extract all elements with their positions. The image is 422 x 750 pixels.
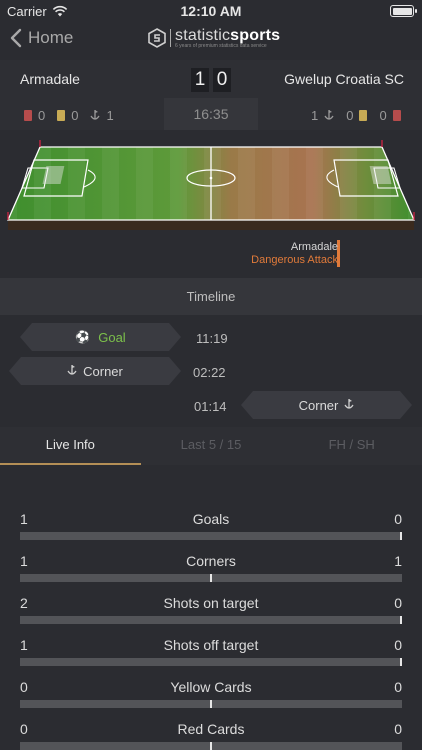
stat-away-value: 0: [394, 637, 402, 653]
chevron-left-icon: [10, 28, 22, 48]
timeline-event-corner[interactable]: Corner: [9, 357, 181, 385]
stats-list: 1 Goals 0 1 Corners 1 2 Shots on target 0 1 Shots …: [0, 465, 422, 750]
away-red-count: 0: [379, 108, 387, 123]
stat-away-value: 0: [394, 595, 402, 611]
match-clock: 16:35: [164, 98, 258, 130]
corner-flag-icon: [344, 399, 354, 411]
stat-bar-marker: [400, 532, 402, 540]
stat-name: Corners: [186, 553, 236, 569]
timeline-time: 11:19: [196, 331, 228, 346]
brand-name-bold: sports: [230, 27, 281, 44]
stat-away-value: 1: [394, 553, 402, 569]
red-card-icon: [392, 110, 401, 121]
event-team: Armadale: [290, 241, 338, 253]
stat-bar-marker: [400, 658, 402, 666]
timeline-event-label: Corner: [298, 397, 339, 413]
stat-bar-marker: [210, 742, 212, 750]
brand-logo: statisticsports 6 years of premium stati…: [148, 27, 280, 49]
match-counters: 0 0 1 16:35 1 0 0: [0, 98, 422, 130]
home-team-name: Armadale: [20, 71, 80, 87]
timeline-event-label: Corner: [83, 363, 123, 379]
stat-away-value: 0: [394, 511, 402, 527]
away-counters: 1 0 0: [311, 108, 401, 123]
away-corner-count: 1: [311, 108, 319, 123]
away-score: 0: [213, 68, 231, 92]
stat-bar-marker: [210, 574, 212, 582]
timeline: ⚽ Goal 11:19 Corner 02:22 01:14 Corner: [0, 315, 422, 427]
stat-bar: [20, 532, 402, 540]
live-event: Armadale Dangerous Attack: [251, 241, 338, 267]
stat-bar: [20, 658, 402, 666]
corner-flag-icon: [67, 365, 77, 377]
home-red-count: 0: [38, 108, 46, 123]
stat-bar-marker: [400, 616, 402, 624]
scoreboard: Armadale 1 0 Gwelup Croatia SC: [0, 60, 422, 98]
stat-name: Red Cards: [177, 721, 245, 737]
status-bar: Carrier 12:10 AM: [0, 0, 422, 22]
stat-name: Goals: [192, 511, 230, 527]
away-team-name: Gwelup Croatia SC: [284, 71, 404, 87]
brand-name-light: statistic: [175, 27, 231, 44]
stat-bar: [20, 616, 402, 624]
stat-name: Yellow Cards: [170, 679, 252, 695]
event-description: Dangerous Attack: [251, 254, 338, 266]
back-button[interactable]: Home: [10, 28, 73, 48]
pitch-graphic: [7, 140, 415, 230]
timeline-event-label: Goal: [98, 329, 126, 345]
home-score: 1: [191, 68, 209, 92]
stat-away-value: 0: [394, 679, 402, 695]
red-card-icon: [24, 110, 32, 121]
corner-flag-icon: [90, 109, 101, 120]
home-corner-count: 1: [106, 108, 114, 123]
navigation-bar: Home statisticsports 6 years of premium …: [0, 22, 422, 58]
brand-tagline: 6 years of premium statistics data servi…: [175, 43, 267, 49]
timeline-header: Timeline: [0, 278, 422, 315]
logo-mark-icon: [148, 28, 166, 48]
stat-name: Shots off target: [163, 637, 259, 653]
stat-name: Shots on target: [163, 595, 259, 611]
home-yellow-count: 0: [71, 108, 79, 123]
tab-fh-sh[interactable]: FH / SH: [281, 427, 422, 465]
home-counters: 0 0 1: [24, 108, 114, 123]
timeline-event-goal[interactable]: ⚽ Goal: [20, 323, 181, 351]
clock-time: 12:10 AM: [180, 3, 242, 19]
live-pitch: Armadale Dangerous Attack: [0, 130, 422, 275]
stat-away-value: 0: [394, 721, 402, 737]
info-tabs: Live Info Last 5 / 15 FH / SH: [0, 427, 422, 465]
tab-live-info[interactable]: Live Info: [0, 427, 141, 465]
stat-bar-marker: [210, 700, 212, 708]
battery-icon: [390, 5, 417, 17]
yellow-card-icon: [359, 110, 368, 121]
timeline-event-corner[interactable]: Corner: [241, 391, 412, 419]
back-label: Home: [28, 28, 74, 47]
tab-last-5-15[interactable]: Last 5 / 15: [141, 427, 282, 465]
away-yellow-count: 0: [346, 108, 354, 123]
corner-flag-icon: [324, 109, 334, 120]
yellow-card-icon: [57, 110, 66, 121]
timeline-time: 02:22: [193, 365, 226, 380]
timeline-time: 01:14: [194, 399, 227, 414]
soccer-ball-icon: ⚽: [75, 330, 91, 344]
